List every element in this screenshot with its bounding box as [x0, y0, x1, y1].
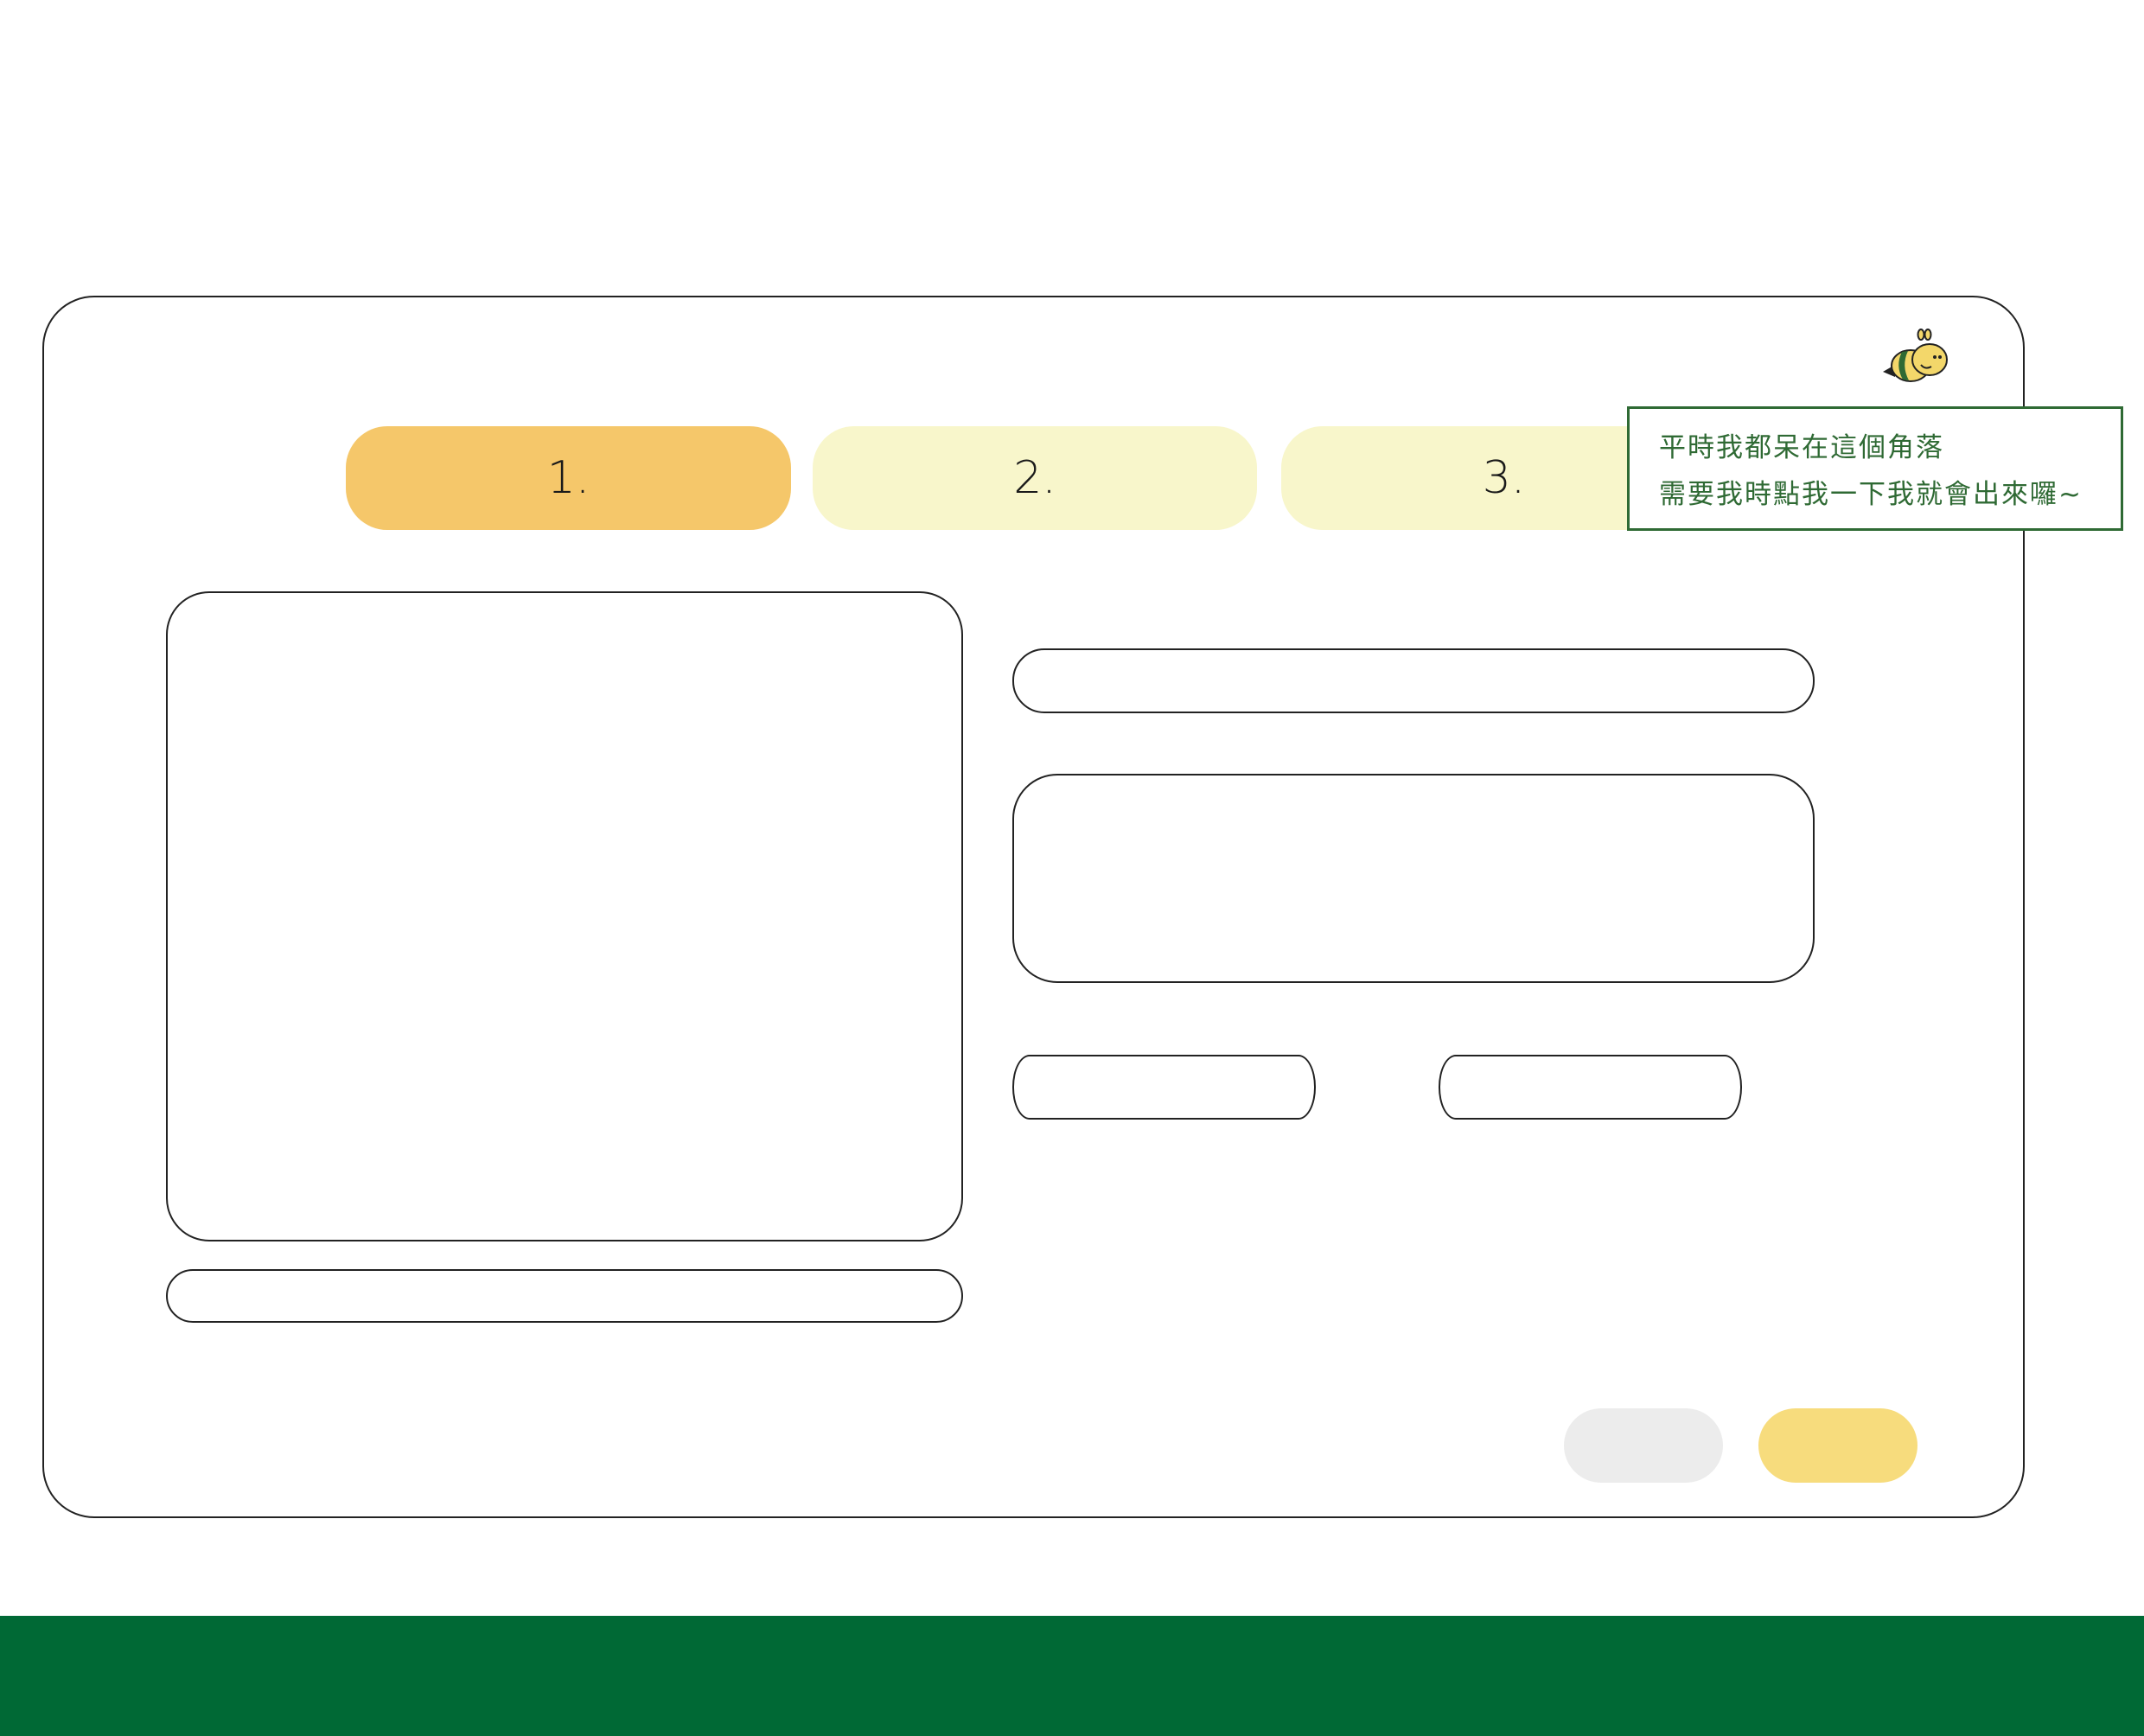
option-field-a[interactable]	[1012, 1055, 1316, 1120]
tooltip-line-2: 需要我時點我一下我就會出來囉~	[1659, 479, 2083, 510]
step-tab-1[interactable]: 1.	[346, 426, 791, 530]
cancel-button[interactable]	[1564, 1408, 1723, 1483]
step-tab-2[interactable]: 2.	[813, 426, 1257, 530]
description-textarea[interactable]	[1012, 774, 1815, 983]
footer-bar	[0, 1616, 2144, 1736]
image-upload-area[interactable]	[166, 591, 963, 1241]
option-field-b[interactable]	[1439, 1055, 1742, 1120]
title-input[interactable]	[1012, 648, 1815, 713]
next-button[interactable]	[1758, 1408, 1917, 1483]
image-caption-input[interactable]	[166, 1269, 963, 1323]
tooltip-line-1: 平時我都呆在這個角落	[1659, 432, 1944, 463]
helper-tooltip: 平時我都呆在這個角落 需要我時點我一下我就會出來囉~	[1627, 406, 2123, 531]
bee-icon[interactable]	[1878, 327, 1957, 389]
